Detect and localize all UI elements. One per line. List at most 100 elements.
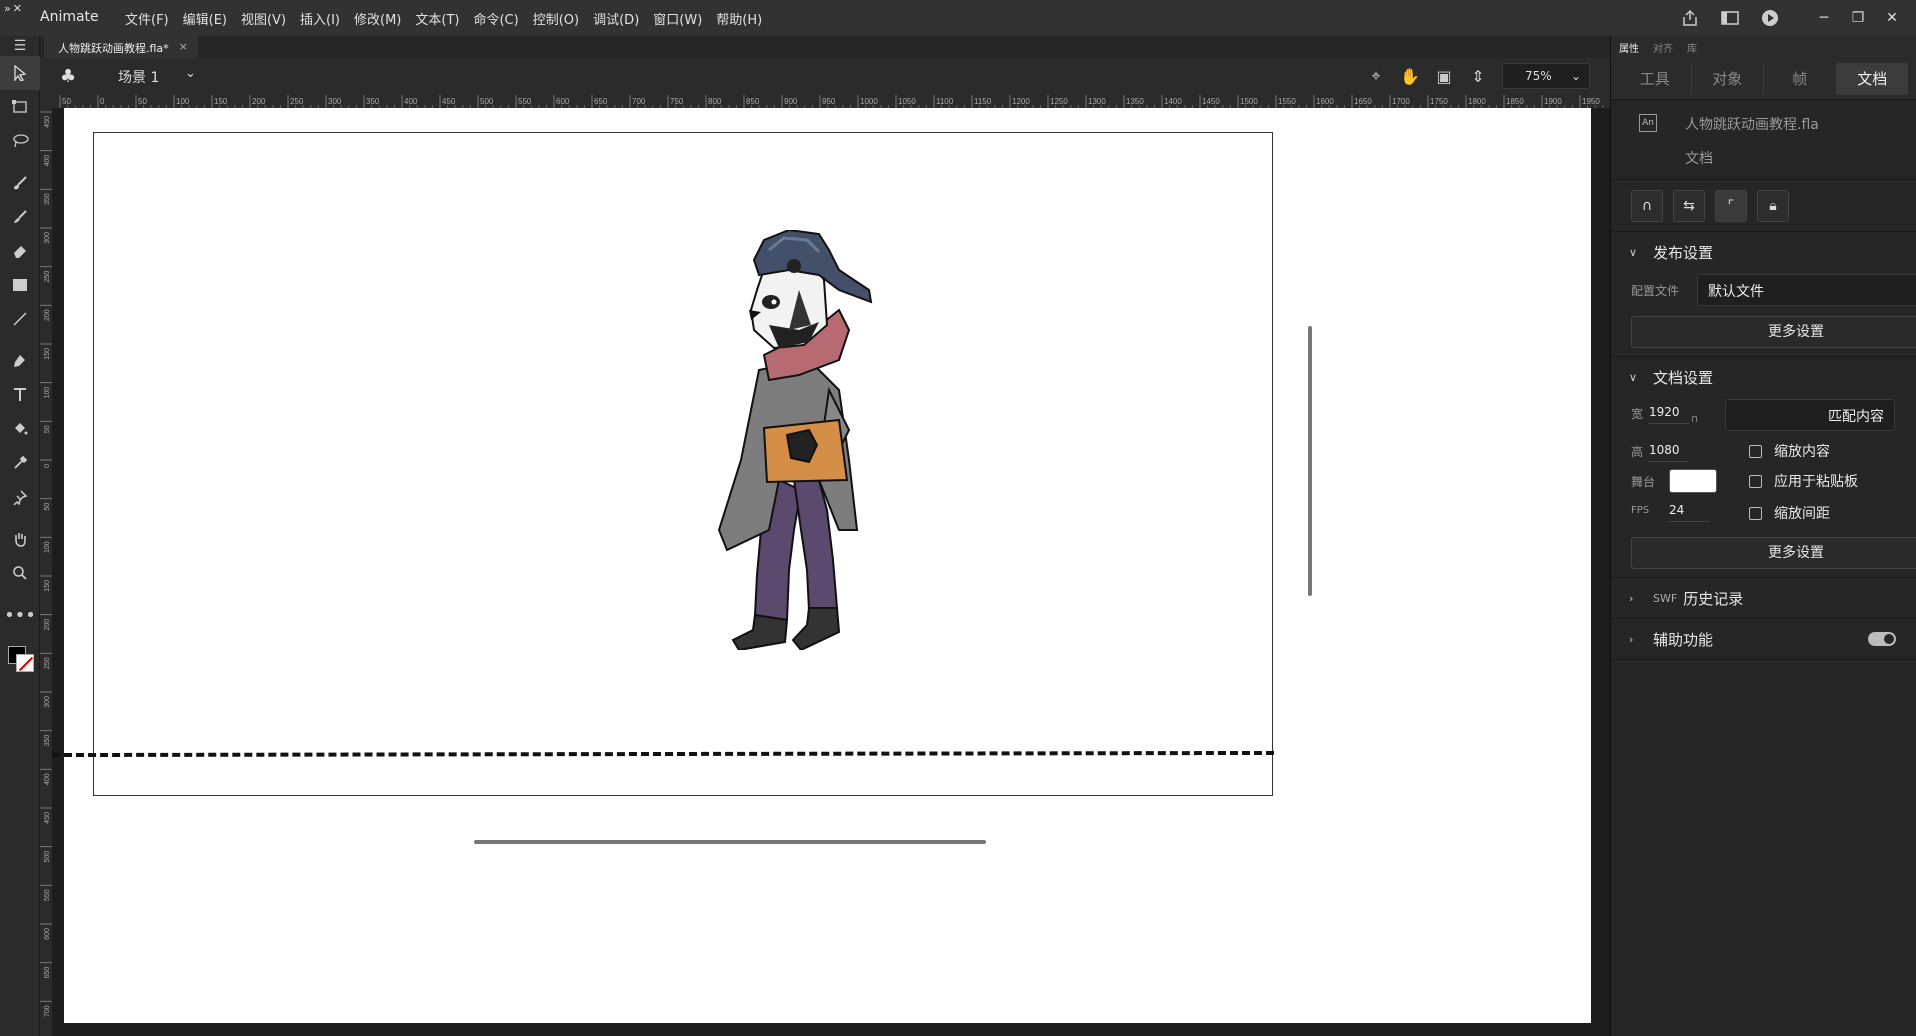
rectangle-tool-icon[interactable]	[0, 268, 40, 302]
lasso-tool-icon[interactable]	[0, 124, 40, 158]
match-contents-button[interactable]: 匹配内容	[1725, 399, 1895, 431]
ruler-label: 200	[44, 309, 51, 321]
apply-pasteboard-checkbox[interactable]	[1749, 474, 1762, 488]
menu-text[interactable]: 文本(T)	[408, 9, 466, 28]
clip-content-icon[interactable]: ▣	[1434, 67, 1454, 86]
close-button[interactable]: ✕	[1882, 10, 1902, 26]
tab-properties[interactable]: 属性	[1619, 40, 1639, 55]
profile-select[interactable]: 默认文件	[1697, 274, 1916, 306]
accessibility-header[interactable]: › 辅助功能	[1611, 619, 1916, 659]
document-settings-header[interactable]: ∨ 文档设置	[1611, 357, 1916, 397]
brush-tool-icon[interactable]	[0, 166, 40, 200]
document-more-settings-button[interactable]: 更多设置	[1631, 537, 1916, 569]
pasteboard[interactable]	[51, 108, 1610, 1036]
stage-color-swatch[interactable]	[1669, 469, 1717, 493]
publish-more-settings-button[interactable]: 更多设置	[1631, 316, 1916, 348]
apply-pasteboard-label: 应用于粘贴板	[1774, 474, 1858, 490]
lock-icon[interactable]: 🔒︎	[1757, 189, 1789, 222]
menu-insert[interactable]: 插入(I)	[293, 9, 347, 28]
fps-row: FPS 24 缩放间距	[1611, 497, 1916, 533]
width-input[interactable]: 1920	[1649, 405, 1689, 424]
ruler-label: 100	[44, 387, 51, 399]
ruler-label: 1950	[1582, 97, 1600, 106]
menu-edit[interactable]: 编辑(E)	[176, 9, 234, 28]
zoom-select[interactable]: 75% ⌄	[1502, 63, 1590, 89]
scale-content-option[interactable]: 缩放内容	[1749, 441, 1830, 461]
eraser-tool-icon[interactable]	[0, 234, 40, 268]
workspace-layout-icon[interactable]	[1718, 6, 1742, 30]
menu-view[interactable]: 视图(V)	[234, 9, 293, 28]
ruler-label: 1550	[1278, 97, 1296, 106]
document-type: 文档	[1685, 151, 1713, 167]
menu-control[interactable]: 控制(O)	[526, 9, 586, 28]
pin-tool-icon[interactable]	[0, 480, 40, 514]
ruler-label: 1200	[1012, 97, 1030, 106]
text-tool-icon[interactable]	[0, 378, 40, 412]
tab-object[interactable]: 对象	[1692, 62, 1764, 95]
scene-dropdown-chevron-icon[interactable]: ⌄	[185, 66, 196, 81]
horizontal-scrollbar[interactable]	[474, 840, 986, 844]
menu-commands[interactable]: 命令(C)	[466, 9, 525, 28]
ruler-label: 50	[44, 425, 51, 433]
publish-settings-header[interactable]: ∨ 发布设置	[1611, 232, 1916, 272]
snap-to-objects-icon[interactable]: ∩	[1631, 189, 1663, 222]
menu-file[interactable]: 文件(F)	[118, 9, 176, 28]
tab-align[interactable]: 对齐	[1653, 40, 1673, 55]
line-tool-icon[interactable]	[0, 302, 40, 336]
hand-tool-icon[interactable]	[0, 522, 40, 556]
minimize-button[interactable]: ─	[1814, 10, 1834, 26]
scale-spacing-option[interactable]: 缩放间距	[1749, 503, 1830, 523]
paint-bucket-tool-icon[interactable]	[0, 412, 40, 446]
share-icon[interactable]	[1678, 6, 1702, 30]
test-movie-play-icon[interactable]	[1758, 6, 1782, 30]
swf-history-header[interactable]: › SWF 历史记录	[1611, 578, 1916, 618]
scale-content-checkbox[interactable]	[1749, 444, 1762, 458]
ruler-label: 300	[44, 232, 51, 244]
swf-tag: SWF	[1653, 591, 1678, 605]
fill-color-swatch[interactable]	[16, 654, 34, 672]
width-label: 宽	[1631, 407, 1644, 421]
grip-icon[interactable]: ☰	[0, 36, 40, 56]
panel-collapse-icon[interactable]: »✕	[4, 2, 24, 15]
ruler-label: 1300	[1088, 97, 1106, 106]
close-tab-icon[interactable]: ×	[179, 40, 188, 58]
height-input[interactable]: 1080	[1649, 443, 1689, 462]
menu-help[interactable]: 帮助(H)	[709, 9, 769, 28]
fps-input[interactable]: 24	[1669, 503, 1709, 522]
zoom-stepper-icon[interactable]: ⇕	[1468, 67, 1488, 86]
snap-align-icon[interactable]: ⌜	[1715, 189, 1747, 222]
swf-history-title: 历史记录	[1683, 589, 1744, 608]
tab-frame[interactable]: 帧	[1764, 62, 1837, 95]
vertical-scrollbar[interactable]	[1308, 326, 1312, 596]
link-dimensions-icon[interactable]: ⊓	[1691, 415, 1698, 425]
center-stage-icon[interactable]: ⌖	[1366, 66, 1386, 86]
free-transform-tool-icon[interactable]	[0, 90, 40, 124]
document-tab[interactable]: 人物跳跃动画教程.fla* ×	[44, 36, 198, 58]
scene-name[interactable]: 场景 1	[118, 67, 159, 87]
ruler-label: 350	[44, 193, 51, 205]
selection-tool-icon[interactable]	[0, 56, 40, 90]
more-tools-icon[interactable]: •••	[0, 598, 40, 632]
apply-pasteboard-option[interactable]: 应用于粘贴板	[1749, 471, 1858, 491]
tab-tool[interactable]: 工具	[1619, 62, 1692, 95]
accessibility-toggle[interactable]	[1868, 632, 1896, 646]
menu-list: 文件(F) 编辑(E) 视图(V) 插入(I) 修改(M) 文本(T) 命令(C…	[118, 9, 769, 28]
zoom-tool-icon[interactable]	[0, 556, 40, 590]
pen-tool-icon[interactable]	[0, 344, 40, 378]
paint-brush-tool-icon[interactable]	[0, 200, 40, 234]
menu-modify[interactable]: 修改(M)	[347, 9, 408, 28]
menu-window[interactable]: 窗口(W)	[646, 9, 709, 28]
restore-button[interactable]: ❐	[1848, 10, 1868, 26]
snap-to-pixels-icon[interactable]: ⇆	[1673, 189, 1705, 222]
ruler-label: 400	[44, 155, 51, 167]
ruler-label: 1050	[898, 97, 916, 106]
tab-library[interactable]: 库	[1687, 40, 1697, 55]
scale-spacing-label: 缩放间距	[1774, 506, 1830, 522]
ruler-label: 1900	[1544, 97, 1562, 106]
tab-document[interactable]: 文档	[1836, 62, 1908, 95]
scale-spacing-checkbox[interactable]	[1749, 506, 1762, 520]
ruler-label: 200	[252, 97, 266, 106]
menu-debug[interactable]: 调试(D)	[586, 9, 646, 28]
stage-rotation-icon[interactable]: ✋	[1400, 67, 1420, 86]
eyedropper-tool-icon[interactable]	[0, 446, 40, 480]
